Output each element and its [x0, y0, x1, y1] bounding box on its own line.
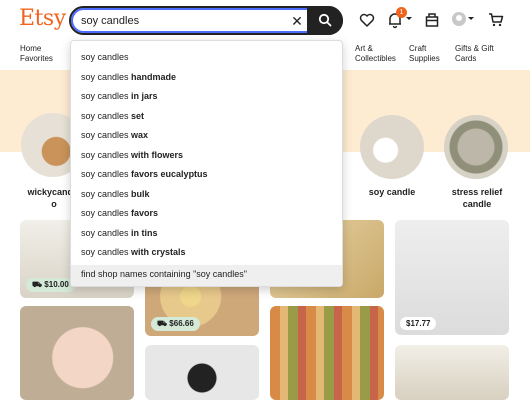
product-card[interactable]	[20, 306, 134, 400]
nav-craft-supplies[interactable]: Craft Supplies	[409, 44, 440, 64]
category-image-soy-candle[interactable]	[360, 115, 424, 179]
suggestion-base: soy candles	[81, 169, 132, 179]
chevron-down-icon	[406, 17, 412, 20]
price-badge: $17.77	[400, 317, 437, 330]
heart-icon[interactable]	[358, 11, 376, 29]
nav-label: Favorites	[20, 54, 53, 63]
gift-icon[interactable]	[423, 11, 441, 29]
suggestion-base: soy candles	[81, 130, 132, 140]
nav-label: Art &	[355, 44, 373, 53]
suggestion-base: soy candles	[81, 71, 132, 82]
suggestion-base: soy candles	[81, 52, 129, 62]
category-label-line: candle	[462, 199, 492, 209]
product-card[interactable]	[395, 345, 509, 400]
suggestion-item[interactable]: soy candles handmade	[71, 68, 342, 88]
suggestion-completion: with flowers	[131, 149, 184, 160]
suggestion-completion: handmade	[131, 71, 177, 82]
nav-home-favorites[interactable]: Home Favorites	[20, 44, 53, 64]
suggestion-item[interactable]: soy candles favors eucalyptus	[71, 165, 342, 185]
nav-label: Gifts & Gift	[455, 44, 494, 53]
suggestion-item[interactable]: soy candles with flowers	[71, 146, 342, 166]
chevron-down-icon	[468, 17, 474, 20]
price-badge: ⛟ $10.00	[26, 278, 75, 292]
suggestion-item[interactable]: soy candles	[71, 48, 342, 68]
suggestion-completion: set	[131, 110, 145, 121]
cart-icon[interactable]	[487, 11, 505, 29]
suggestion-completion: favors eucalyptus	[131, 169, 208, 179]
etsy-logo[interactable]: Etsy	[19, 6, 66, 31]
search-input[interactable]	[81, 13, 281, 29]
nav-label: Cards	[455, 54, 477, 63]
close-icon[interactable]: ✕	[288, 12, 306, 30]
suggestion-completion: wax	[131, 130, 149, 140]
nav-art-collectibles[interactable]: Art & Collectibles	[355, 44, 396, 64]
search-suggestions-dropdown: soy candles soy candles handmade soy can…	[70, 40, 343, 287]
suggestion-base: soy candles	[81, 110, 132, 121]
suggestion-base: soy candles	[81, 91, 132, 101]
category-image-stress-relief-candle[interactable]	[444, 115, 508, 179]
category-label-stress-relief-candle[interactable]: stress relief candle	[437, 186, 517, 210]
price-amount: $10.00	[44, 280, 69, 289]
search-icon	[318, 13, 332, 27]
suggestion-item[interactable]: soy candles bulk	[71, 185, 342, 205]
suggestion-item[interactable]: soy candles favors	[71, 204, 342, 224]
suggestion-item[interactable]: soy candles in jars	[71, 87, 342, 107]
product-card[interactable]	[145, 345, 259, 400]
nav-label: Home	[20, 44, 42, 53]
etsy-search-page: Etsy ✕ 1	[0, 0, 530, 400]
avatar[interactable]	[452, 12, 466, 26]
suggestion-base: soy candles	[81, 208, 132, 218]
product-card[interactable]: $17.77	[395, 220, 509, 335]
suggestion-item[interactable]: soy candles set	[71, 107, 342, 127]
suggestion-completion: favors	[131, 208, 159, 218]
product-card[interactable]	[270, 306, 384, 400]
price-amount: $66.66	[169, 319, 194, 328]
suggestion-completion: in jars	[131, 91, 158, 101]
search-bar: ✕	[69, 6, 343, 35]
category-label-soy-candle[interactable]: soy candle	[352, 186, 432, 198]
suggestion-base: soy candles	[81, 247, 132, 257]
nav-gifts-gift-cards[interactable]: Gifts & Gift Cards	[455, 44, 494, 64]
suggestion-base: soy candles	[81, 149, 132, 160]
suggestion-completion: bulk	[131, 188, 150, 199]
nav-label: Supplies	[409, 54, 440, 63]
header: Etsy ✕ 1	[0, 0, 530, 40]
search-button[interactable]	[307, 6, 343, 35]
suggestion-base: soy candles	[81, 227, 132, 238]
shop-name-search-item[interactable]: find shop names containing "soy candles"	[71, 265, 342, 286]
nav-label: Collectibles	[355, 54, 396, 63]
nav-label: Craft	[409, 44, 427, 53]
category-label-line: stress relief	[451, 187, 503, 197]
suggestion-base: soy candles	[81, 188, 132, 199]
price-badge: ⛟ $66.66	[151, 317, 200, 331]
suggestion-item[interactable]: soy candles in tins	[71, 224, 342, 244]
suggestion-item[interactable]: soy candles wax	[71, 126, 342, 146]
suggestion-item[interactable]: soy candles with crystals	[71, 243, 342, 263]
suggestion-completion: with crystals	[131, 247, 186, 257]
suggestion-completion: in tins	[131, 227, 158, 238]
